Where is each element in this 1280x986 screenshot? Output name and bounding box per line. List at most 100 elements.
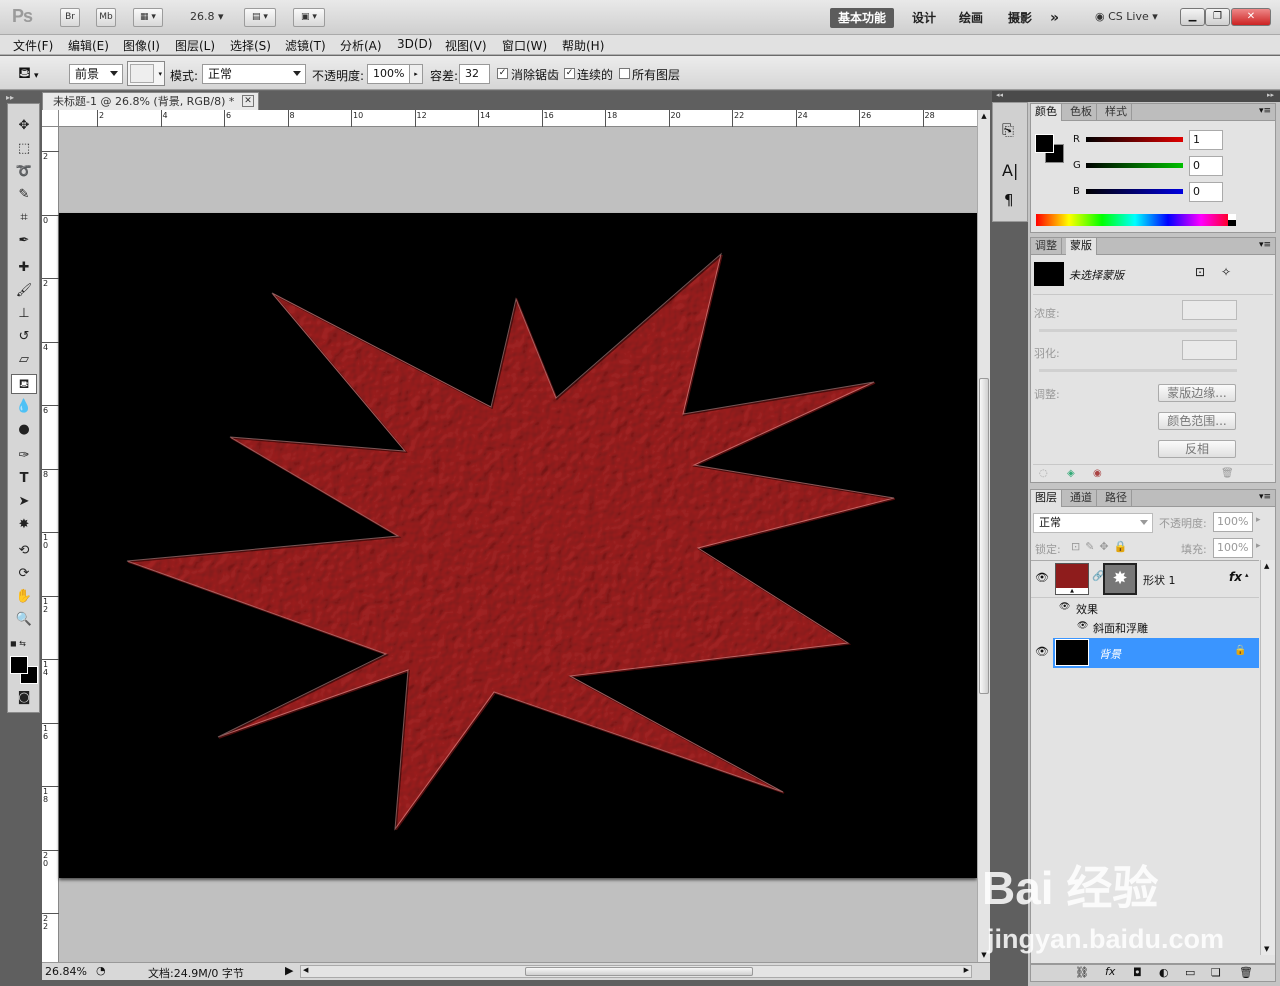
- default-colors-icon[interactable]: ◼ ⇆: [10, 634, 36, 654]
- layer-opacity-input[interactable]: 100%: [1213, 512, 1253, 532]
- load-selection-icon[interactable]: ◌: [1039, 468, 1048, 479]
- pen-tool-icon[interactable]: ✑: [11, 446, 37, 466]
- eyedropper-tool-icon[interactable]: ✒: [11, 231, 37, 251]
- panel-dock-header[interactable]: ▸▸: [1028, 91, 1280, 102]
- dodge-tool-icon[interactable]: ●: [11, 420, 37, 440]
- document-tab[interactable]: 未标题-1 @ 26.8% (背景, RGB/8) * ✕: [42, 92, 259, 110]
- fill-input[interactable]: 100%: [1213, 538, 1253, 558]
- horizontal-scroll-thumb[interactable]: [525, 967, 753, 976]
- type-tool-icon[interactable]: T: [11, 469, 37, 489]
- green-slider[interactable]: [1086, 163, 1183, 168]
- menu-layer[interactable]: 图层(L): [175, 37, 215, 54]
- color-spectrum-ramp[interactable]: [1036, 214, 1234, 226]
- status-menu-arrow-icon[interactable]: ▶: [285, 964, 293, 977]
- new-layer-icon[interactable]: ❏: [1211, 966, 1221, 979]
- link-layers-icon[interactable]: ⛓: [1075, 966, 1089, 979]
- visibility-eye-icon[interactable]: 👁: [1077, 621, 1088, 631]
- tab-adjustments[interactable]: 调整: [1031, 238, 1062, 255]
- foreground-color-swatch[interactable]: [10, 656, 28, 674]
- layer-effect-bevel-row[interactable]: 👁 斜面和浮雕: [1031, 618, 1259, 637]
- star-shape[interactable]: [127, 252, 896, 833]
- menu-window[interactable]: 窗口(W): [502, 37, 547, 54]
- antialias-checkbox[interactable]: ✓: [497, 68, 508, 79]
- minimize-button[interactable]: ▁: [1180, 8, 1205, 26]
- density-input[interactable]: [1182, 300, 1237, 320]
- brush-tool-icon[interactable]: 🖌: [11, 281, 37, 301]
- expand-effects-icon[interactable]: ▴: [1245, 571, 1249, 579]
- tab-masks[interactable]: 蒙版: [1066, 238, 1097, 255]
- character-panel-icon[interactable]: A|: [1002, 161, 1018, 180]
- screen-mode-button[interactable]: ▣ ▾: [293, 8, 325, 27]
- color-foreground-swatch[interactable]: [1035, 134, 1054, 153]
- blue-value-input[interactable]: 0: [1189, 182, 1223, 202]
- pattern-picker[interactable]: ▾: [127, 61, 165, 86]
- visibility-eye-icon[interactable]: 👁: [1059, 602, 1070, 612]
- arrange-documents-button[interactable]: ▤ ▾: [244, 8, 276, 27]
- color-range-button[interactable]: 颜色范围...: [1158, 412, 1236, 430]
- background-layer-thumbnail[interactable]: [1055, 639, 1089, 666]
- layer-name-background[interactable]: 背景: [1099, 646, 1121, 662]
- tab-layers[interactable]: 图层: [1031, 490, 1062, 507]
- shape-tool-icon[interactable]: ✸: [11, 515, 37, 535]
- menu-analysis[interactable]: 分析(A): [340, 37, 382, 54]
- black-white-swatch[interactable]: [1228, 214, 1236, 226]
- eraser-tool-icon[interactable]: ▱: [11, 350, 37, 370]
- layer-effects-row[interactable]: 👁 效果: [1031, 599, 1259, 618]
- quick-selection-tool-icon[interactable]: ✎: [11, 185, 37, 205]
- cs-live-button[interactable]: ◉ CS Live ▾: [1095, 10, 1158, 23]
- red-value-input[interactable]: 1: [1189, 130, 1223, 150]
- green-value-input[interactable]: 0: [1189, 156, 1223, 176]
- opacity-slider-arrow-icon[interactable]: ▸: [1256, 515, 1261, 525]
- add-layer-style-icon[interactable]: fx: [1105, 965, 1115, 978]
- layer-row-shape[interactable]: 👁 ▲ 🔗 ✸ 形状 1 fx ▴: [1031, 560, 1259, 598]
- feather-input[interactable]: [1182, 340, 1237, 360]
- panel-menu-icon[interactable]: ▾≡: [1259, 106, 1271, 116]
- contiguous-checkbox[interactable]: ✓: [564, 68, 575, 79]
- workspace-photography[interactable]: 摄影: [1008, 8, 1032, 28]
- all-layers-checkbox[interactable]: [619, 68, 630, 79]
- tab-color[interactable]: 颜色: [1031, 104, 1062, 121]
- menu-select[interactable]: 选择(S): [230, 37, 271, 54]
- opacity-input[interactable]: 100%: [367, 64, 411, 84]
- view-extras-button[interactable]: ▦ ▾: [133, 8, 163, 27]
- tool-preset-picker[interactable]: ⛾ ▾: [18, 63, 38, 84]
- ruler-origin[interactable]: [42, 110, 59, 127]
- lock-options-icons[interactable]: ⊡✎✥🔒: [1071, 540, 1132, 553]
- tab-paths[interactable]: 路径: [1101, 490, 1132, 507]
- scroll-down-icon[interactable]: ▼: [1264, 945, 1269, 953]
- feather-slider[interactable]: [1039, 369, 1237, 372]
- trash-icon[interactable]: 🗑: [1221, 468, 1234, 479]
- history-brush-tool-icon[interactable]: ↺: [11, 327, 37, 347]
- status-info-icon[interactable]: ◔: [96, 964, 106, 977]
- add-mask-icon[interactable]: ◘: [1133, 966, 1142, 979]
- scroll-left-icon[interactable]: ◀: [303, 966, 308, 974]
- red-slider[interactable]: [1086, 137, 1183, 142]
- vertical-scrollbar[interactable]: ▲ ▼: [977, 110, 990, 962]
- 3d-rotate-tool-icon[interactable]: ⟲: [11, 541, 37, 561]
- quick-mask-icon[interactable]: ◙: [11, 688, 37, 708]
- zoom-percentage[interactable]: 26.84%: [45, 965, 87, 978]
- visibility-eye-icon[interactable]: 👁: [1035, 571, 1049, 584]
- workspace-painting[interactable]: 绘画: [959, 8, 983, 28]
- close-document-icon[interactable]: ✕: [242, 95, 254, 107]
- workspace-design[interactable]: 设计: [912, 8, 936, 28]
- zoom-level-menu[interactable]: 26.8 ▾: [190, 10, 224, 23]
- path-selection-tool-icon[interactable]: ➤: [11, 492, 37, 512]
- close-button[interactable]: ✕: [1231, 8, 1271, 26]
- scroll-up-icon[interactable]: ▲: [978, 112, 990, 120]
- blue-slider[interactable]: [1086, 189, 1183, 194]
- collapsed-panels-header[interactable]: ◂◂: [992, 91, 1028, 102]
- hand-tool-icon[interactable]: ✋: [11, 587, 37, 607]
- tab-swatches[interactable]: 色板: [1066, 104, 1097, 121]
- collapse-toolbox-icon[interactable]: ▸▸: [6, 93, 14, 102]
- history-panel-icon[interactable]: ⎘: [1002, 121, 1014, 139]
- menu-view[interactable]: 视图(V): [445, 37, 487, 54]
- paint-bucket-tool-icon[interactable]: ⛾: [11, 374, 37, 394]
- fill-source-select[interactable]: 前景: [69, 64, 123, 84]
- paragraph-panel-icon[interactable]: ¶: [1004, 191, 1014, 209]
- crop-tool-icon[interactable]: ⌗: [11, 208, 37, 228]
- delete-layer-icon[interactable]: 🗑: [1239, 966, 1253, 979]
- lasso-tool-icon[interactable]: ➰: [11, 162, 37, 182]
- menu-help[interactable]: 帮助(H): [562, 37, 604, 54]
- vector-mask-thumbnail[interactable]: ✸: [1103, 563, 1137, 595]
